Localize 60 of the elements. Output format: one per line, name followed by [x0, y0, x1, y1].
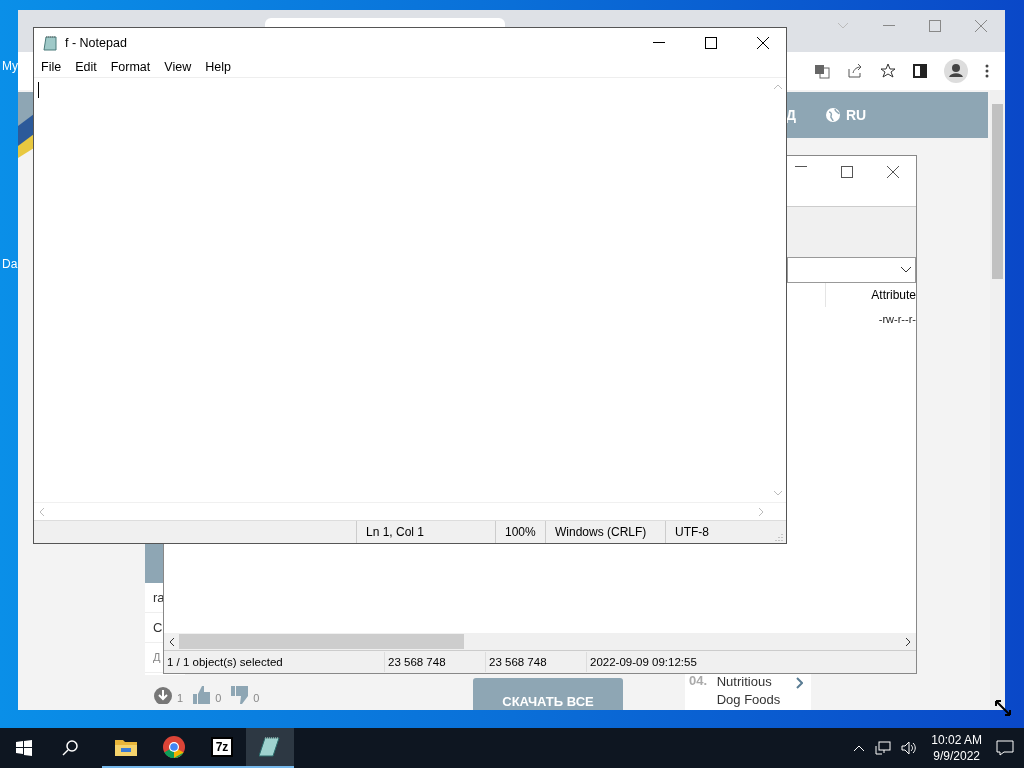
resize-grip-icon[interactable] — [775, 533, 783, 541]
folder-icon — [115, 738, 137, 756]
thumbs-down-icon[interactable] — [229, 686, 250, 704]
status-text: 1 / 1 object(s) selected — [164, 652, 385, 672]
chevron-right-icon[interactable] — [796, 677, 804, 689]
translate-icon[interactable] — [814, 63, 830, 79]
network-icon[interactable] — [875, 741, 892, 755]
status-text: 23 568 748 — [385, 652, 486, 672]
minimize-icon[interactable] — [795, 166, 807, 168]
side-panel-icon[interactable] — [913, 64, 927, 78]
status-text: UTF-8 — [674, 524, 710, 541]
notepad-icon — [259, 736, 281, 758]
table-cell: -rw-r--r- — [878, 313, 916, 325]
menu-item[interactable]: Edit — [75, 60, 97, 74]
address-field[interactable] — [787, 257, 916, 283]
globe-icon — [826, 108, 840, 122]
more-icon[interactable] — [985, 64, 989, 78]
profile-icon[interactable] — [944, 59, 968, 83]
column-header[interactable]: Attribute — [871, 288, 916, 302]
scrollbar[interactable] — [164, 633, 916, 650]
search-icon[interactable] — [62, 740, 78, 756]
menu-item[interactable]: File — [41, 60, 62, 74]
volume-icon[interactable] — [901, 741, 918, 755]
clock-time[interactable]: 10:02 AM — [931, 732, 982, 748]
windows-start-icon[interactable] — [16, 740, 32, 756]
window-title: f - Notepad — [65, 35, 127, 50]
clock-date[interactable]: 9/9/2022 — [933, 748, 980, 764]
share-icon[interactable] — [847, 63, 863, 79]
thumbs-up-icon[interactable] — [191, 686, 212, 704]
counter-value: 1 — [177, 692, 184, 704]
chevron-down-icon[interactable] — [901, 267, 911, 273]
star-icon[interactable] — [880, 63, 896, 79]
notepad-icon — [43, 34, 59, 51]
browser-tab[interactable] — [265, 18, 505, 28]
chevron-up-icon[interactable] — [853, 744, 866, 752]
scroll-right-icon[interactable] — [905, 636, 911, 647]
taskbar-app[interactable] — [246, 728, 294, 768]
status-text: 23 568 748 — [486, 652, 587, 672]
notification-icon[interactable] — [996, 740, 1014, 756]
maximize-icon[interactable] — [841, 166, 853, 178]
minimize-icon[interactable] — [653, 41, 665, 44]
counter-value: 0 — [215, 692, 222, 704]
browser-icon — [163, 736, 185, 758]
status-text: 100% — [496, 521, 546, 543]
download-icon[interactable] — [153, 686, 173, 704]
maximize-icon[interactable] — [705, 36, 717, 49]
menu-item[interactable]: Format — [110, 60, 151, 74]
archiver-icon: 7z — [210, 737, 234, 757]
close-icon[interactable] — [887, 166, 899, 178]
article-link[interactable]: Nutritious Dog Foods — [716, 673, 787, 709]
scroll-left-icon[interactable] — [169, 636, 175, 647]
status-text: Windows (CRLF) — [546, 521, 666, 543]
close-icon[interactable] — [757, 36, 769, 49]
list-number: 04. — [689, 673, 709, 690]
counter-value: 0 — [253, 692, 260, 704]
status-text: 2022-09-09 09:12:55 — [589, 655, 698, 670]
resize-cursor-icon — [995, 700, 1011, 716]
menu-item[interactable]: Help — [205, 60, 231, 74]
menu-item[interactable]: View — [164, 60, 192, 74]
status-text: Ln 1, Col 1 — [357, 521, 496, 543]
